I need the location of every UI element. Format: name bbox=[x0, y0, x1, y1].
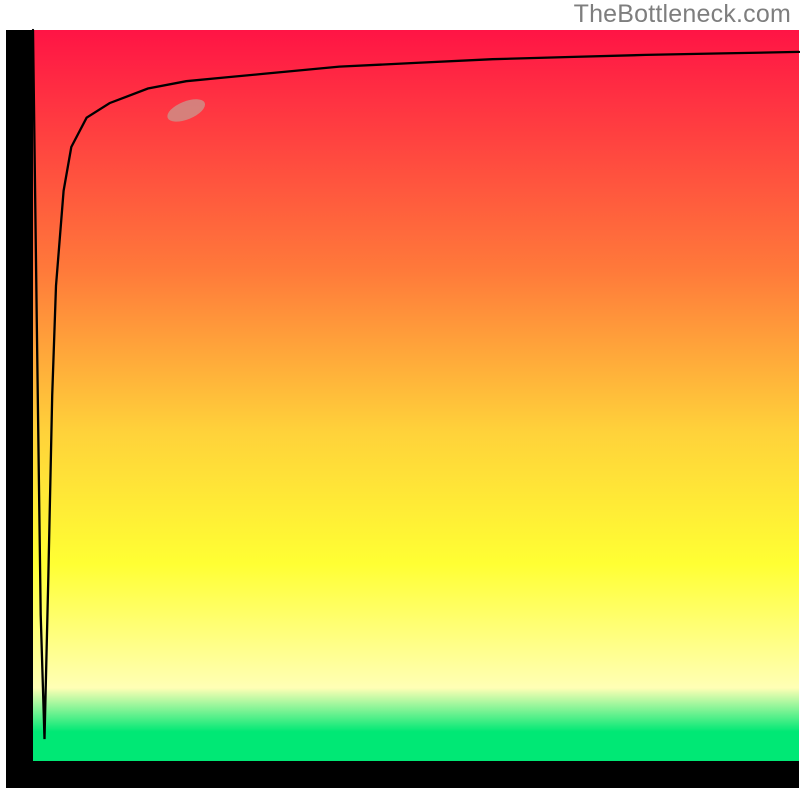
chart-svg bbox=[0, 0, 800, 800]
plot-background bbox=[33, 30, 799, 761]
watermark-text: TheBottleneck.com bbox=[574, 0, 791, 29]
chart-container: TheBottleneck.com bbox=[0, 0, 800, 800]
x-axis bbox=[6, 761, 799, 788]
y-axis bbox=[6, 30, 33, 770]
